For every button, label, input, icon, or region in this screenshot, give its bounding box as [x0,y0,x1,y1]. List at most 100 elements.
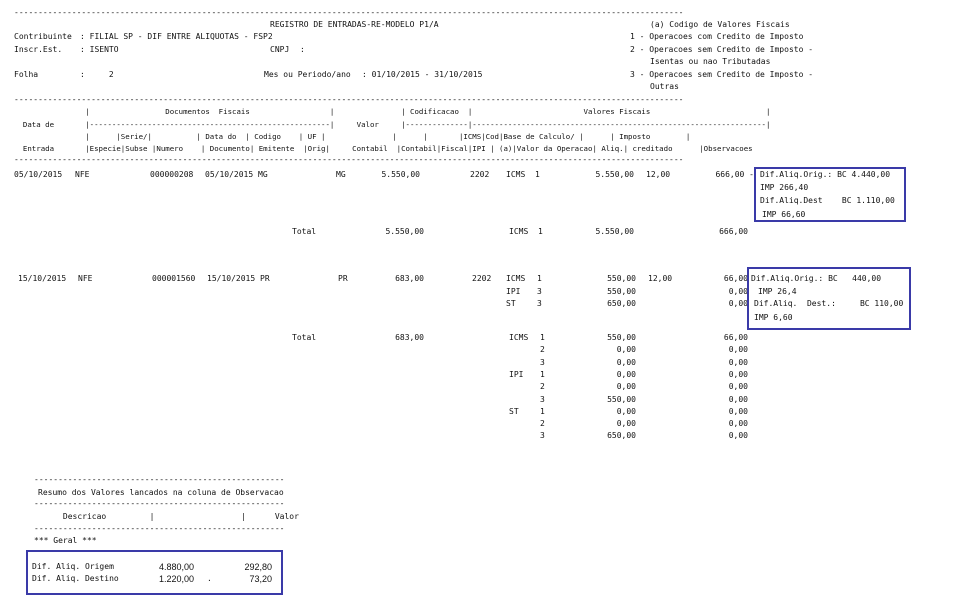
total-base: 0,00 [616,382,636,392]
total-credito: 0,00 [728,419,748,429]
entry-line-cod: 1 [537,274,542,283]
summary-rule: ----------------------------------------… [34,524,285,533]
total-cod: 3 [540,394,545,404]
summary-rule: ----------------------------------------… [34,475,285,484]
total-imposto: ST [509,406,519,416]
contribuinte-value: : FILIAL SP - DIF ENTRE ALIQUOTAS - FSP2 [80,32,273,41]
inscr-value: : ISENTO [80,45,119,54]
total-credito: 0,00 [728,357,748,367]
entry-line-credito: 0,00 [728,299,748,308]
total-imposto: ICMS [509,227,529,236]
total-imposto: ICMS [509,333,529,342]
entry-fiscal: 2202 [470,170,490,179]
entry-date: 15/10/2015 [18,274,67,283]
observacao-highlight-box [747,267,911,330]
legend-item-2b: Isentas ou nao Tributadas [650,57,771,66]
total-label: Total [292,333,317,342]
header-rule-top: ----------------------------------------… [14,95,684,104]
entry-numero: 000001560 [152,274,196,283]
summary-highlight-box [26,550,283,595]
total-cod: 3 [540,431,545,441]
total-credito: 0,00 [728,431,748,441]
entry-line-credito: 66,00 [723,274,748,283]
folha-value: : 2 [80,70,114,79]
entry-uf: PR [338,274,348,283]
total-cod: 1 [540,406,545,416]
legend-item-3a: 3 - Operacoes sem Credito de Imposto - [630,70,814,79]
total-credito: 0,00 [728,382,748,392]
entry-emitente: PR [260,274,270,283]
entry-numero: 000000208 [150,170,194,179]
total-cod: 3 [540,357,545,367]
entry-data-documento: 15/10/2015 [207,274,256,283]
entry-line-base: 550,00 [607,274,636,283]
total-valor: 5.550,00 [385,227,424,236]
total-base: 0,00 [616,345,636,355]
total-base: 5.550,00 [595,227,634,236]
entry-line-imposto: IPI [506,287,521,296]
top-rule: ----------------------------------------… [14,8,684,17]
total-credito: 66,00 [723,333,748,342]
inscr-label: Inscr.Est. [14,45,63,54]
total-valor: 683,00 [395,333,424,342]
legend-item-2a: 2 - Operacoes sem Credito de Imposto - [630,45,814,54]
legend-item-3b: Outras [650,82,679,91]
entry-fiscal: 2202 [472,274,492,283]
entry-line-cod: 1 [535,170,540,179]
entry-line-imposto: ST [506,299,516,308]
total-label: Total [292,227,317,236]
entry-valor: 683,00 [395,274,424,283]
summary-rule: ----------------------------------------… [34,499,285,508]
total-cod: 1 [540,333,545,342]
entry-line-base: 5.550,00 [595,170,634,179]
total-credito: 0,00 [728,394,748,404]
total-cod: 1 [540,369,545,379]
periodo-label: Mes ou Periodo/ano [264,70,351,79]
periodo-value: : 01/10/2015 - 31/10/2015 [362,70,483,79]
column-header-line-3: | |Serie/| | Data do | Codigo | UF | | |… [14,132,691,141]
entry-line-aliq: 12,00 [646,170,671,179]
entry-date: 05/10/2015 [14,170,63,179]
total-base: 0,00 [616,419,636,429]
total-base: 0,00 [616,406,636,416]
observacao-highlight-box [754,167,906,222]
entry-line-base: 550,00 [607,287,636,296]
total-cod: 2 [540,419,545,429]
entry-uf: MG [336,170,346,179]
column-header-line-2: Data de |-------------------------------… [14,120,771,129]
summary-geral: *** Geral *** [34,536,97,545]
total-base: 550,00 [607,394,636,404]
total-cod: 2 [540,345,545,355]
entry-especie: NFE [75,170,90,179]
cnpj-value: : [300,45,305,54]
entry-line-base: 650,00 [607,299,636,308]
entry-valor: 5.550,00 [381,170,420,179]
total-cod: 1 [538,227,543,236]
entry-line-imposto: ICMS [506,274,526,283]
entry-emitente: MG [258,170,268,179]
total-credito: 666,00 [719,227,748,236]
entry-data-documento: 05/10/2015 [205,170,254,179]
report-title: REGISTRO DE ENTRADAS-RE-MODELO P1/A [270,20,439,29]
total-base: 0,00 [616,369,636,379]
contribuinte-label: Contribuinte [14,32,72,41]
column-header-line-1: | Documentos Fiscais | | Codificacao | V… [14,107,771,116]
total-base: 550,00 [607,333,636,342]
legend-title: (a) Codigo de Valores Fiscais [650,20,790,29]
summary-header: Descricao | | Valor [34,512,299,521]
entry-line-credito: 666,00 - [715,170,754,179]
header-rule-bottom: ----------------------------------------… [14,155,684,164]
total-base: 0,00 [616,357,636,367]
cnpj-label: CNPJ [270,45,290,54]
entry-line-cod: 3 [537,287,542,296]
summary-title: Resumo dos Valores lancados na coluna de… [38,488,284,497]
total-cod: 2 [540,382,545,392]
entry-line-cod: 3 [537,299,542,308]
total-credito: 0,00 [728,345,748,355]
entry-line-credito: 0,00 [728,287,748,296]
total-base: 650,00 [607,431,636,441]
entry-line-imposto: ICMS [506,170,526,179]
entry-line-aliq: 12,00 [648,274,673,283]
column-header-line-4: Entrada |Especie|Subse |Numero | Documen… [14,144,753,153]
legend-item-1: 1 - Operacoes com Credito de Imposto [630,32,804,41]
